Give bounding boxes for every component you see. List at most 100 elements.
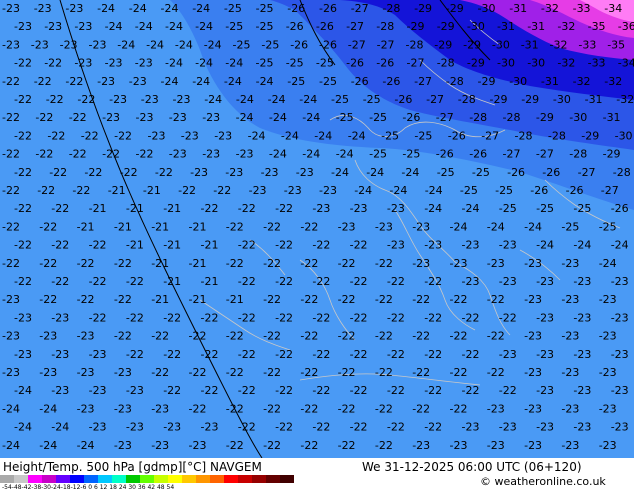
temp-label: -33 — [573, 2, 591, 15]
temp-label: -22 — [226, 402, 244, 415]
temp-label: -22 — [238, 384, 256, 397]
temp-label: -27 — [346, 20, 364, 33]
temp-label: -35 — [607, 38, 625, 51]
temp-label: -26 — [287, 2, 305, 15]
temp-label: -22 — [263, 330, 281, 343]
temp-label: -32 — [573, 75, 591, 88]
temp-label: -22 — [89, 239, 107, 252]
temp-label: -22 — [126, 311, 144, 324]
temp-label: -24 — [225, 57, 243, 70]
temp-label: -22 — [350, 421, 368, 434]
temp-label: -26 — [611, 202, 629, 215]
temp-label: -25 — [599, 220, 617, 233]
temp-label: -22 — [300, 330, 318, 343]
temp-label: -23 — [573, 275, 591, 288]
temp-label: -24 — [135, 20, 153, 33]
scale-swatch — [196, 475, 211, 483]
temp-label: -23 — [89, 38, 107, 51]
temp-label: -22 — [126, 348, 144, 361]
scale-swatch — [112, 475, 127, 483]
temp-label: -22 — [300, 366, 318, 379]
temp-label: -23 — [561, 293, 579, 306]
scale-swatch — [98, 475, 113, 483]
temp-label: -23 — [163, 421, 181, 434]
temp-label: -22 — [338, 439, 356, 452]
temp-label: -26 — [316, 20, 334, 33]
temp-label: -23 — [450, 439, 468, 452]
temp-label: -23 — [136, 111, 154, 124]
temp-label: -26 — [542, 166, 560, 179]
temp-label: -23 — [350, 202, 368, 215]
temp-label: -22 — [89, 311, 107, 324]
temp-label: -30 — [467, 20, 485, 33]
temp-label: -23 — [173, 93, 191, 106]
temp-label: -27 — [481, 129, 499, 142]
temp-label: -22 — [275, 348, 293, 361]
temp-label: -23 — [261, 166, 279, 179]
temp-label: -23 — [599, 330, 617, 343]
temp-label: -21 — [126, 202, 144, 215]
temp-label: -23 — [499, 348, 517, 361]
temp-label: -24 — [336, 148, 354, 161]
temp-label: -22 — [263, 293, 281, 306]
temp-label: -21 — [143, 184, 161, 197]
temp-label: -22 — [14, 275, 32, 288]
temp-label: -24 — [39, 439, 57, 452]
temp-label: -31 — [585, 93, 603, 106]
temp-label: -22 — [387, 311, 405, 324]
temp-label: -22 — [238, 202, 256, 215]
temp-label: -22 — [84, 166, 102, 179]
temp-label: -23 — [499, 275, 517, 288]
temp-label: -21 — [226, 293, 244, 306]
temp-label: -23 — [561, 330, 579, 343]
scale-swatch — [210, 475, 225, 483]
temp-label: -23 — [202, 148, 220, 161]
temp-label: -24 — [389, 184, 407, 197]
temp-label: -22 — [114, 257, 132, 270]
temp-label: -24 — [2, 402, 20, 415]
temp-label: -21 — [151, 220, 169, 233]
temp-label: -23 — [114, 402, 132, 415]
temp-label: -21 — [108, 184, 126, 197]
temp-label: -23 — [214, 129, 232, 142]
temp-label: -24 — [281, 129, 299, 142]
temp-label: -22 — [2, 257, 20, 270]
scale-swatch — [126, 475, 141, 483]
temp-label: -24 — [175, 38, 193, 51]
temp-label: -23 — [412, 439, 430, 452]
temp-label: -22 — [412, 402, 430, 415]
temp-label: -23 — [129, 75, 147, 88]
temp-label: -25 — [224, 2, 242, 15]
temp-label: -22 — [37, 184, 55, 197]
temp-label: -29 — [463, 38, 481, 51]
temp-label: -22 — [450, 293, 468, 306]
temp-label: -24 — [269, 148, 287, 161]
temp-label: -22 — [350, 384, 368, 397]
temp-label: -23 — [89, 348, 107, 361]
temp-label: -24 — [165, 57, 183, 70]
temp-label: -23 — [524, 293, 542, 306]
temp-label: -22 — [126, 275, 144, 288]
temp-label: -23 — [524, 257, 542, 270]
temp-label: -23 — [573, 421, 591, 434]
temp-label: -22 — [350, 275, 368, 288]
temp-label: -25 — [336, 111, 354, 124]
temp-label: -25 — [261, 38, 279, 51]
temp-label: -25 — [319, 75, 337, 88]
temp-label: -22 — [2, 148, 20, 161]
temp-label: -23 — [561, 439, 579, 452]
temp-label: -23 — [524, 366, 542, 379]
temp-label: -23 — [487, 439, 505, 452]
temp-label: -23 — [611, 275, 629, 288]
temp-label: -21 — [189, 220, 207, 233]
temp-label: -25 — [363, 93, 381, 106]
temp-label: -23 — [599, 293, 617, 306]
temp-label: -23 — [169, 148, 187, 161]
temp-label: -24 — [401, 166, 419, 179]
temp-label: -22 — [375, 330, 393, 343]
temp-label: -24 — [51, 421, 69, 434]
temp-label: -25 — [286, 57, 304, 70]
temp-label: -22 — [14, 57, 32, 70]
temp-label: -26 — [351, 75, 369, 88]
temp-label: -22 — [375, 439, 393, 452]
